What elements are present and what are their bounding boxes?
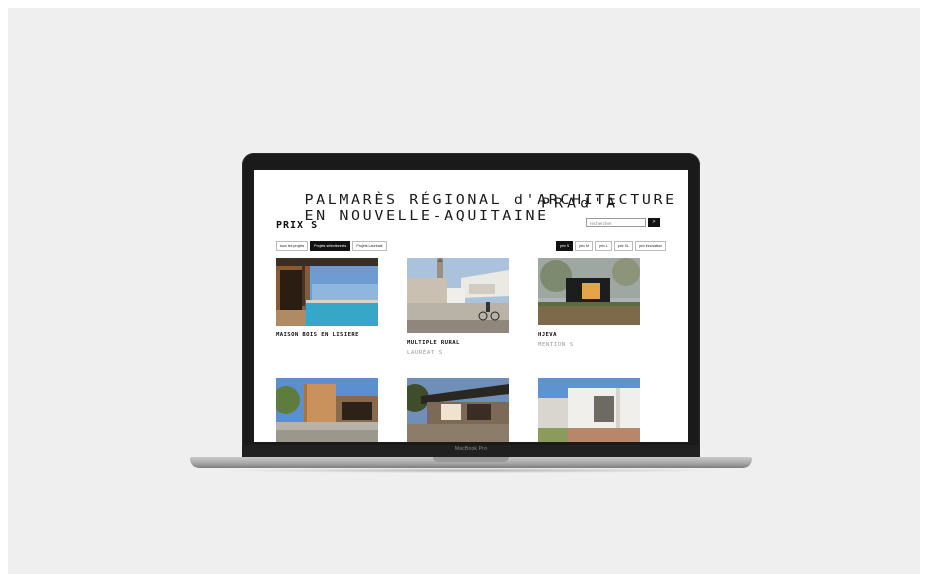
prize-filters: prix S prix M prix L prix XL prix innova…	[556, 241, 667, 251]
project-award: LAURÉAT S	[407, 350, 443, 356]
page-title: PRIX S	[276, 220, 319, 231]
laptop-shadow	[220, 468, 722, 473]
prize-filter-m[interactable]: prix M	[575, 241, 593, 251]
project-award: MENTION S	[538, 342, 574, 348]
project-photo[interactable]	[407, 378, 509, 442]
filter-all-projects[interactable]: tous les projets	[276, 241, 309, 251]
site-logo[interactable]: PRAd'A	[541, 195, 619, 211]
prize-filter-innovation[interactable]: prix innovation	[634, 241, 667, 251]
project-name[interactable]: MAISON BOIS EN LISIERE	[276, 332, 359, 338]
site-title-line2: EN NOUVELLE-AQUITAINE	[304, 207, 549, 224]
project-photo[interactable]	[407, 258, 509, 333]
prize-filter-l[interactable]: prix L	[594, 241, 612, 251]
device-label: MacBook Pro	[454, 446, 488, 452]
project-filters: tous les projets Projets sélectionnés Pr…	[276, 241, 387, 251]
search-input[interactable]: rechercher	[586, 218, 646, 227]
filter-laureate-projects[interactable]: Projets Lauréats	[352, 241, 387, 251]
project-photo[interactable]	[276, 378, 378, 442]
filter-selected-projects[interactable]: Projets sélectionnés	[310, 241, 351, 251]
project-photo[interactable]	[276, 258, 378, 326]
search-button[interactable]: >	[648, 218, 660, 227]
project-name[interactable]: HJEVA	[538, 332, 557, 338]
prize-filter-xl[interactable]: prix XL	[613, 241, 633, 251]
laptop-screen: PALMARÈS RÉGIONAL d'ARCHITECTURE EN NOUV…	[254, 170, 688, 442]
project-name[interactable]: MULTIPLE RURAL	[407, 340, 460, 346]
laptop-notch	[433, 457, 509, 462]
project-photo[interactable]	[538, 378, 640, 442]
prize-filter-s[interactable]: prix S	[556, 241, 574, 251]
project-photo[interactable]	[538, 258, 640, 325]
